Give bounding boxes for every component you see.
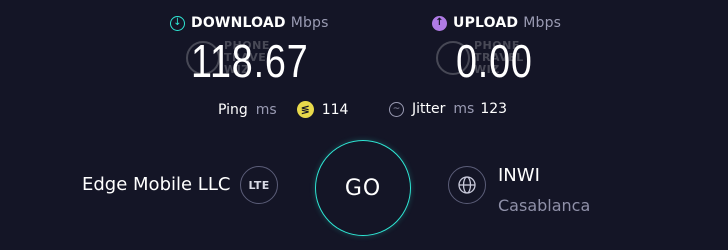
ping-icon: ≶ xyxy=(296,101,314,118)
upload-value: 0.00 xyxy=(456,35,533,87)
download-label: DOWNLOAD xyxy=(191,15,286,31)
server-name[interactable]: INWI xyxy=(498,165,540,186)
jitter-label: Jitter xyxy=(412,101,446,117)
download-header: ↓ DOWNLOAD Mbps xyxy=(170,15,329,31)
network-type-label: LTE xyxy=(248,178,270,192)
ping-value: 114 xyxy=(321,101,349,118)
ping-stat: Ping ms ≶ 114 xyxy=(218,101,348,118)
jitter-unit: ms xyxy=(453,101,475,117)
download-arrow-icon: ↓ xyxy=(170,15,185,31)
download-unit: Mbps xyxy=(290,15,329,31)
provider-name: Edge Mobile LLC xyxy=(82,174,231,195)
globe-icon xyxy=(448,166,486,204)
server-city[interactable]: Casablanca xyxy=(498,196,590,215)
network-type-badge: LTE xyxy=(240,166,278,204)
jitter-value: 123 xyxy=(480,101,508,117)
jitter-icon: ~ xyxy=(389,101,404,117)
go-button-label: GO xyxy=(344,175,382,201)
ping-label: Ping xyxy=(218,101,248,118)
upload-unit: Mbps xyxy=(523,15,562,31)
upload-label: UPLOAD xyxy=(453,15,519,31)
upload-header: ↑ UPLOAD Mbps xyxy=(432,15,561,31)
download-value: 118.67 xyxy=(191,35,309,87)
go-button[interactable]: GO xyxy=(315,140,411,236)
ping-unit: ms xyxy=(255,101,277,118)
upload-arrow-icon: ↑ xyxy=(432,15,447,31)
jitter-stat: ~ Jitter ms 123 xyxy=(389,101,507,117)
